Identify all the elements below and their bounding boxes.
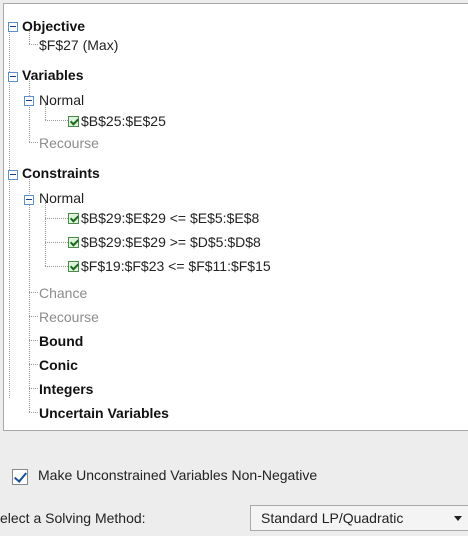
variable-item[interactable]: $B$25:$E$25 bbox=[68, 112, 166, 130]
solving-method-select[interactable]: Standard LP/Quadratic bbox=[250, 505, 468, 531]
tree-node-conic[interactable]: Conic bbox=[39, 356, 78, 374]
constraint-item[interactable]: $F$19:$F$23 <= $F$11:$F$15 bbox=[68, 257, 271, 275]
tree-node-variables-normal[interactable]: Normal bbox=[39, 91, 84, 109]
constraint-item-label: $B$29:$E$29 >= $D$5:$D$8 bbox=[81, 234, 261, 250]
collapse-toggle-icon[interactable] bbox=[24, 195, 34, 205]
model-tree[interactable]: Objective $F$27 (Max) Variables Normal $… bbox=[3, 3, 468, 431]
solving-method-label: elect a Solving Method: bbox=[0, 510, 146, 526]
collapse-toggle-icon[interactable] bbox=[8, 170, 18, 180]
check-icon[interactable] bbox=[68, 116, 79, 127]
constraint-item[interactable]: $B$29:$E$29 >= $D$5:$D$8 bbox=[68, 233, 261, 251]
tree-node-objective[interactable]: Objective bbox=[22, 17, 85, 35]
tree-node-constraints-recourse[interactable]: Recourse bbox=[39, 308, 99, 326]
check-icon[interactable] bbox=[68, 213, 79, 224]
non-negative-label[interactable]: Make Unconstrained Variables Non-Negativ… bbox=[38, 467, 317, 483]
solving-method-value: Standard LP/Quadratic bbox=[261, 510, 404, 526]
objective-cell[interactable]: $F$27 (Max) bbox=[39, 36, 118, 54]
tree-node-constraints[interactable]: Constraints bbox=[22, 164, 100, 182]
tree-node-variables-recourse[interactable]: Recourse bbox=[39, 134, 99, 152]
check-icon[interactable] bbox=[68, 261, 79, 272]
collapse-toggle-icon[interactable] bbox=[24, 96, 34, 106]
tree-node-integers[interactable]: Integers bbox=[39, 380, 93, 398]
chevron-down-icon[interactable] bbox=[454, 516, 462, 521]
constraint-item-label: $B$29:$E$29 <= $E$5:$E$8 bbox=[81, 210, 260, 226]
tree-node-constraints-normal[interactable]: Normal bbox=[39, 189, 84, 207]
variable-item-label: $B$25:$E$25 bbox=[81, 113, 166, 129]
tree-node-variables[interactable]: Variables bbox=[22, 66, 84, 84]
constraint-item-label: $F$19:$F$23 <= $F$11:$F$15 bbox=[81, 258, 271, 274]
tree-node-uncertain-variables[interactable]: Uncertain Variables bbox=[39, 404, 169, 422]
collapse-toggle-icon[interactable] bbox=[8, 22, 18, 32]
collapse-toggle-icon[interactable] bbox=[8, 72, 18, 82]
check-icon[interactable] bbox=[68, 237, 79, 248]
tree-node-chance[interactable]: Chance bbox=[39, 284, 87, 302]
non-negative-checkbox[interactable] bbox=[12, 469, 28, 485]
constraint-item[interactable]: $B$29:$E$29 <= $E$5:$E$8 bbox=[68, 209, 259, 227]
tree-node-bound[interactable]: Bound bbox=[39, 332, 83, 350]
